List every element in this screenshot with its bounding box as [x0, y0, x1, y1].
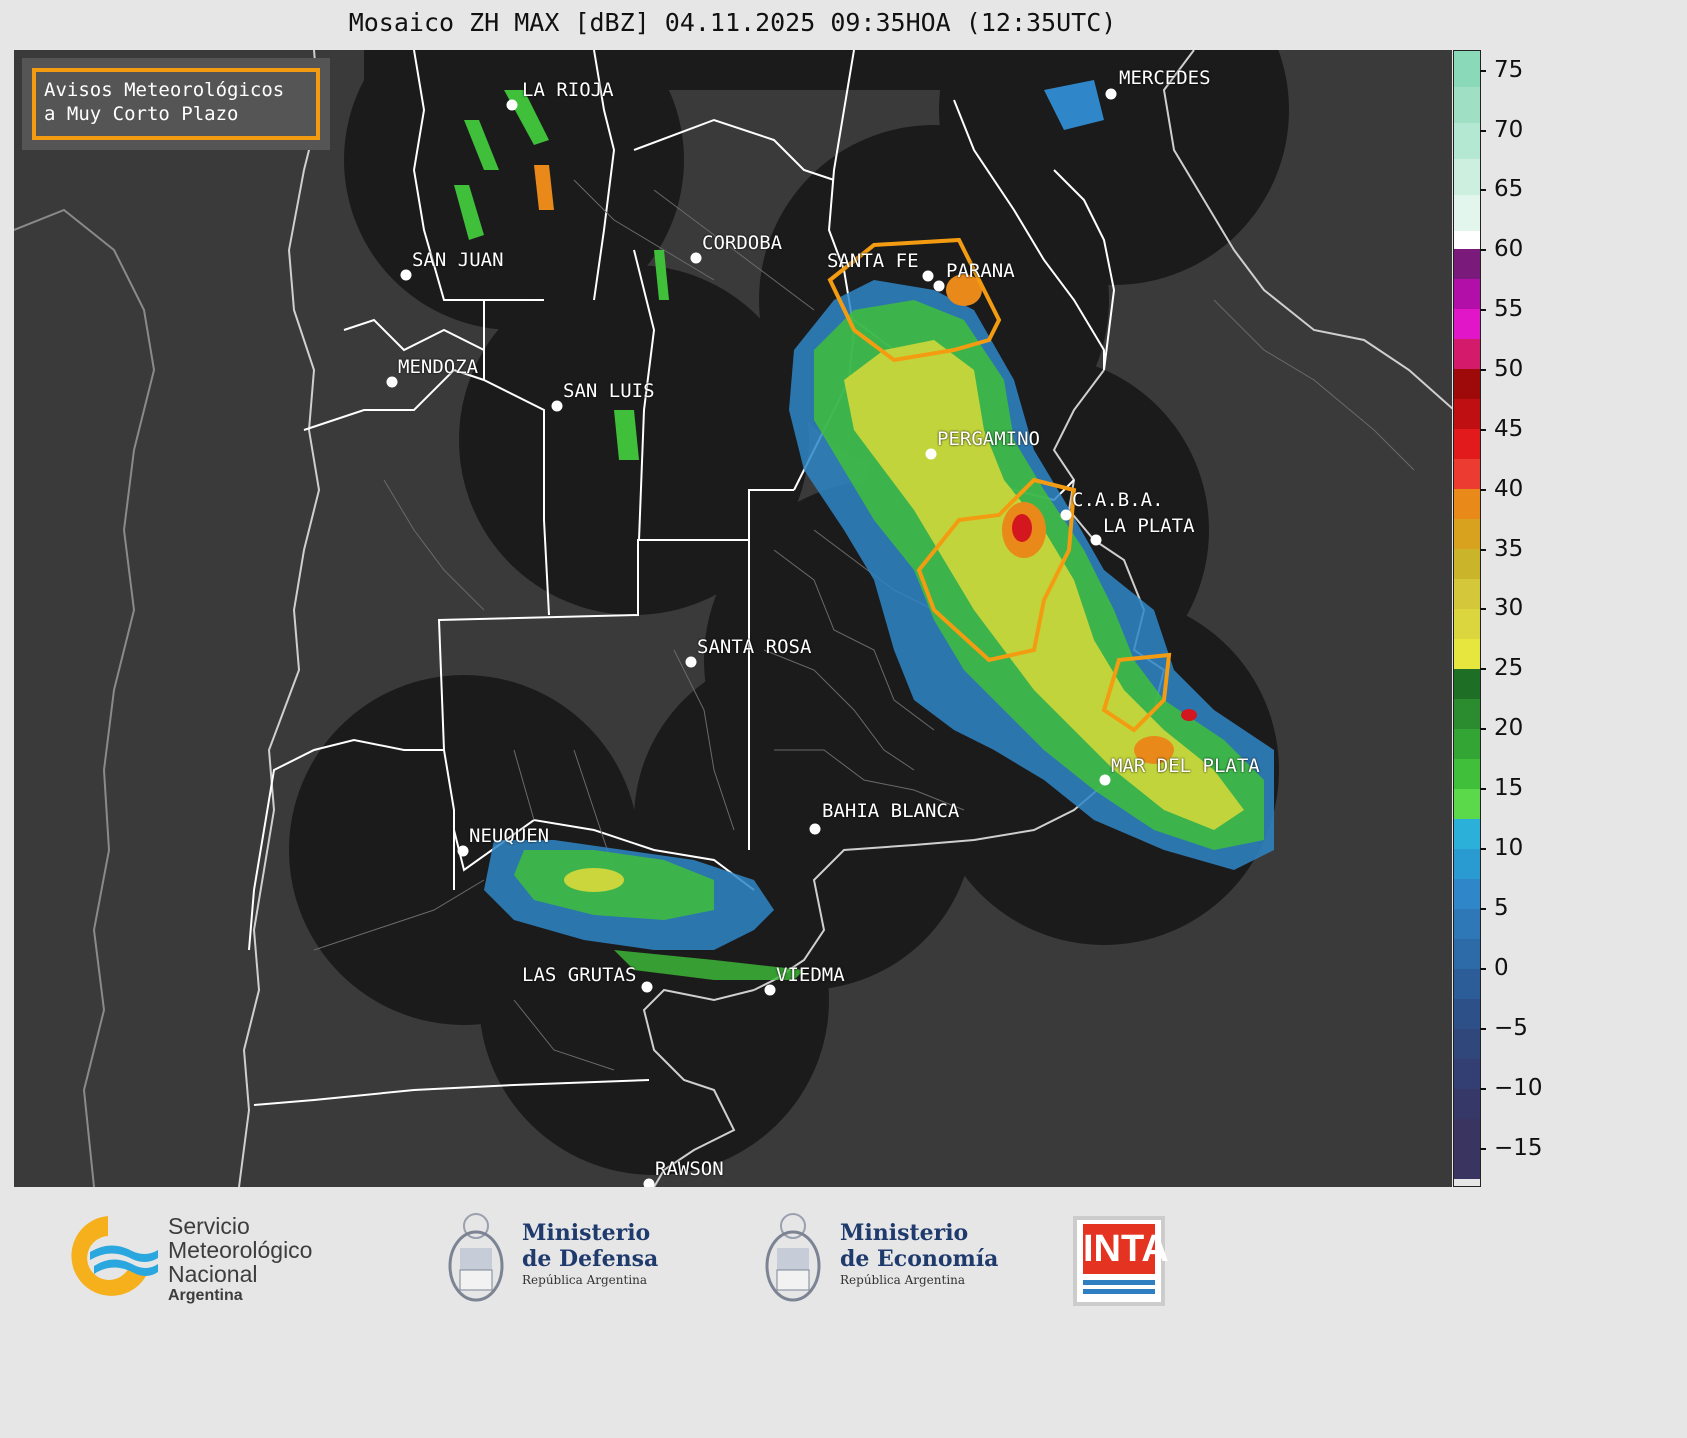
city-label: NEUQUEN — [469, 825, 550, 847]
colorbar-tick: −15 — [1480, 1135, 1543, 1161]
city-marker[interactable] — [1105, 88, 1117, 100]
city-marker[interactable] — [400, 269, 412, 281]
economia-line-3: República Argentina — [840, 1273, 966, 1287]
city-marker[interactable] — [506, 99, 518, 111]
smn-line-2: Meteorológico — [168, 1237, 313, 1263]
city-label: BAHIA BLANCA — [822, 800, 960, 822]
colorbar-tick: 75 — [1479, 57, 1523, 83]
city-marker[interactable] — [1099, 774, 1111, 786]
city-marker[interactable] — [685, 656, 697, 668]
city-marker[interactable] — [690, 252, 702, 264]
city-label: LA PLATA — [1103, 515, 1195, 537]
smn-line-3: Nacional — [168, 1261, 258, 1287]
map-title: Mosaico ZH MAX [dBZ] 04.11.2025 09:35HOA… — [348, 8, 1117, 37]
inta-stripe — [1083, 1289, 1155, 1294]
colorbar-tick: 30 — [1479, 595, 1523, 621]
colorbar-tick: 35 — [1479, 536, 1523, 562]
city-label: SANTA ROSA — [697, 636, 812, 658]
city-marker[interactable] — [1090, 534, 1102, 546]
defensa-line-2: de Defensa — [522, 1246, 659, 1272]
colorbar-tick: 25 — [1479, 655, 1523, 681]
colorbar-tick: 50 — [1479, 356, 1523, 382]
city-marker[interactable] — [641, 981, 653, 993]
smn-name: Servicio Meteorológico Nacional Argentin… — [168, 1214, 312, 1306]
colorbar-tick: 5 — [1480, 895, 1509, 921]
city-marker[interactable] — [386, 376, 398, 388]
city-label: PARANA — [946, 260, 1015, 282]
colorbar-tick: 65 — [1479, 176, 1523, 202]
colorbar-tick: 0 — [1480, 955, 1509, 981]
city-marker[interactable] — [764, 984, 776, 996]
reflectivity-colorbar — [1453, 50, 1481, 1187]
defensa-name: Ministerio de Defensa República Argentin… — [522, 1220, 658, 1288]
defensa-seal-icon — [446, 1204, 506, 1318]
economia-line-2: de Economía — [840, 1246, 999, 1272]
city-label: MERCEDES — [1119, 67, 1211, 89]
colorbar-tick: 45 — [1479, 416, 1523, 442]
smn-line-1: Servicio — [168, 1213, 250, 1239]
colorbar-tick: 55 — [1479, 296, 1523, 322]
city-label: VIEDMA — [776, 964, 845, 986]
city-marker[interactable] — [925, 448, 937, 460]
city-label: MAR DEL PLATA — [1111, 755, 1260, 777]
warning-legend: Avisos Meteorológicos a Muy Corto Plazo — [22, 58, 330, 150]
city-label: SANTA FE — [827, 250, 919, 272]
city-label: LA RIOJA — [522, 79, 614, 101]
city-label: C.A.B.A. — [1072, 489, 1164, 511]
colorbar-tick: 20 — [1479, 715, 1523, 741]
city-label: PERGAMINO — [937, 428, 1040, 450]
legend-line-2: a Muy Corto Plazo — [44, 103, 239, 125]
city-label: RAWSON — [655, 1158, 724, 1180]
city-marker[interactable] — [457, 845, 469, 857]
city-marker[interactable] — [551, 400, 563, 412]
colorbar-tick: 15 — [1479, 775, 1523, 801]
defensa-line-3: República Argentina — [522, 1273, 648, 1287]
city-marker[interactable] — [922, 270, 934, 282]
city-marker[interactable] — [933, 280, 945, 292]
city-label: SAN JUAN — [412, 249, 504, 271]
colorbar-tick: 40 — [1479, 476, 1523, 502]
smn-logo-icon — [60, 1210, 160, 1304]
city-label: CORDOBA — [702, 232, 783, 254]
inta-stripe — [1083, 1280, 1155, 1285]
defensa-line-1: Ministerio — [522, 1220, 651, 1246]
colorbar-tick: 10 — [1479, 835, 1523, 861]
city-marker[interactable] — [643, 1178, 655, 1187]
economia-seal-icon — [763, 1204, 823, 1318]
city-marker[interactable] — [1060, 509, 1072, 521]
colorbar-tick: 70 — [1479, 117, 1523, 143]
city-label: LAS GRUTAS — [522, 964, 637, 986]
smn-line-4: Argentina — [168, 1287, 243, 1304]
inta-wordmark: INTA — [1083, 1224, 1169, 1274]
city-label: SAN LUIS — [563, 380, 655, 402]
radar-map[interactable]: Avisos Meteorológicos a Muy Corto Plazo … — [14, 50, 1452, 1187]
colorbar-tick: 60 — [1479, 236, 1523, 262]
radar-map-svg — [14, 50, 1452, 1187]
footer: Servicio Meteorológico Nacional Argentin… — [0, 1190, 1568, 1337]
colorbar-tick: −5 — [1480, 1015, 1528, 1041]
city-marker[interactable] — [809, 823, 821, 835]
colorbar-tick: −10 — [1480, 1075, 1543, 1101]
legend-line-1: Avisos Meteorológicos — [44, 79, 285, 101]
inta-logo-icon: INTA — [1073, 1216, 1169, 1306]
city-label: MENDOZA — [398, 356, 479, 378]
economia-name: Ministerio de Economía República Argenti… — [840, 1220, 998, 1288]
economia-line-1: Ministerio — [840, 1220, 969, 1246]
